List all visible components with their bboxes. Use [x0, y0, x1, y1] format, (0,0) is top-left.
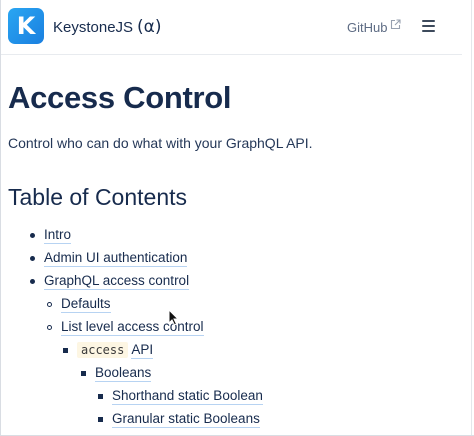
browser-viewport: K KeystoneJS (α) GitHub Access Control Co… [0, 0, 474, 436]
toc-item-graphql-access-control[interactable]: GraphQL access control [44, 272, 190, 290]
toc-item-intro[interactable]: Intro [44, 226, 72, 244]
toc-bullet [30, 279, 35, 284]
viewport-left-edge [0, 0, 1, 436]
github-link[interactable]: GitHub [347, 18, 402, 35]
toc-bullet [98, 417, 103, 422]
toc-bullet [47, 302, 52, 307]
external-link-icon [390, 18, 402, 33]
toc-bullet [30, 233, 35, 238]
toc-link[interactable]: Defaults [61, 296, 111, 313]
page-title: Access Control [8, 80, 232, 115]
brand-title[interactable]: KeystoneJS (α) [53, 17, 162, 37]
page-intro: Control who can do what with your GraphQ… [8, 135, 313, 151]
mouse-cursor-icon [168, 308, 180, 326]
inline-code: access [77, 342, 129, 358]
brand-alpha-badge: (α) [137, 17, 162, 37]
github-label: GitHub [347, 20, 388, 35]
brand-name: KeystoneJS [53, 19, 134, 36]
toc-item-shorthand-static-boolean[interactable]: Shorthand static Boolean [112, 387, 263, 405]
toc-bullet [81, 371, 86, 376]
toc-link[interactable]: Shorthand static Boolean [112, 388, 263, 405]
toc-item-access-api[interactable]: access API [77, 341, 154, 359]
toc-link[interactable]: API [131, 342, 154, 359]
toc-item-list-level-access-control[interactable]: List level access control [61, 318, 204, 336]
toc-heading: Table of Contents [8, 184, 188, 210]
toc-link[interactable]: Booleans [95, 365, 152, 382]
toc-link[interactable]: Admin UI authentication [44, 250, 188, 267]
toc-link[interactable]: GraphQL access control [44, 273, 190, 290]
top-header: K KeystoneJS (α) GitHub [0, 0, 462, 55]
toc-bullet [30, 256, 35, 261]
toc-link[interactable]: List level access control [61, 319, 204, 336]
scrollbar-track[interactable] [471, 0, 472, 436]
toc-item-defaults[interactable]: Defaults [61, 295, 111, 313]
toc-bullet [63, 348, 68, 353]
hamburger-menu-icon[interactable] [420, 17, 438, 35]
toc-item-admin-ui-authentication[interactable]: Admin UI authentication [44, 249, 188, 267]
toc-link[interactable]: Intro [44, 227, 72, 244]
toc-link[interactable]: Granular static Booleans [112, 411, 260, 428]
keystone-logo[interactable]: K [8, 8, 44, 44]
toc-bullet [98, 394, 103, 399]
toc-item-granular-static-booleans[interactable]: Granular static Booleans [112, 410, 260, 428]
toc-item-booleans[interactable]: Booleans [95, 364, 152, 382]
toc-bullet [47, 325, 52, 330]
